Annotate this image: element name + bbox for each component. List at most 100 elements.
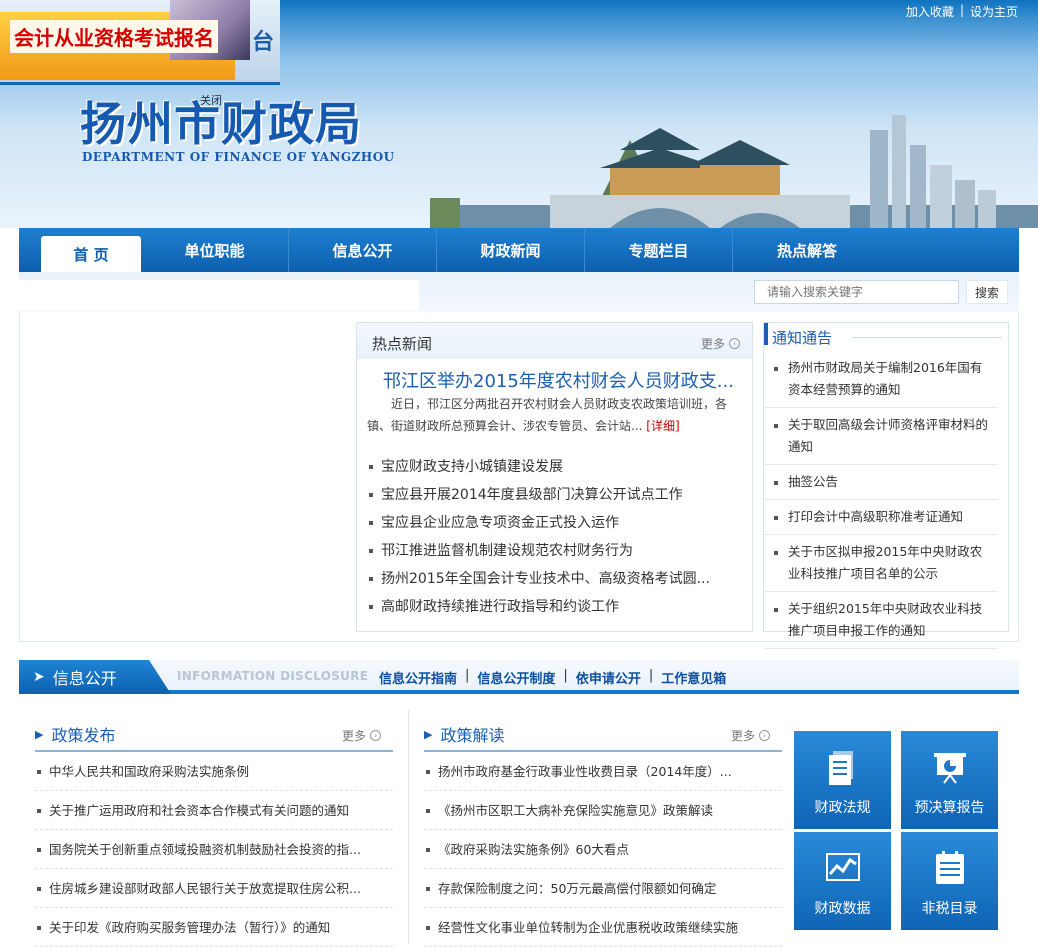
nav-hot-answers[interactable]: 热点解答 <box>733 228 881 272</box>
tile-label: 财政数据 <box>814 901 871 917</box>
info-disclosure-en: INFORMATION DISCLOSURE <box>177 669 369 683</box>
notice-panel: 通知通告 扬州市财政局关于编制2016年国有资本经营预算的通知 关于取回高级会计… <box>763 322 1009 649</box>
nav-home[interactable]: 首 页 <box>41 236 141 272</box>
list-item[interactable]: 关于组织2015年中央财政农业科技推广项目申报工作的通知 <box>764 592 998 649</box>
search-bar: 搜索 <box>19 272 1019 312</box>
list-item[interactable]: 经营性文化事业单位转制为企业优惠税收政策继续实施 <box>424 908 782 947</box>
header-banner: 加入收藏 | 设为主页 扬州市财政局 DEPARTMENT OF FINANCE… <box>0 0 1038 228</box>
link-feedback-box[interactable]: 工作意见箱 <box>661 668 726 687</box>
city-scene-image <box>430 115 1038 228</box>
list-item[interactable]: 中华人民共和国政府采购法实施条例 <box>35 752 393 791</box>
list-item[interactable]: 邗江推进监督机制建设规范农村财务行为 <box>367 537 747 565</box>
site-logo-en: DEPARTMENT OF FINANCE OF YANGZHOU <box>82 150 395 164</box>
list-item[interactable]: 宝应财政支持小城镇建设发展 <box>367 453 747 481</box>
link-disclosure-rules[interactable]: 信息公开制度 <box>477 668 555 687</box>
search-button[interactable]: 搜索 <box>966 280 1008 304</box>
list-item[interactable]: 关于取回高级会计师资格评审材料的通知 <box>764 408 998 465</box>
quick-tiles: 财政法规 预决算报告 财政数据 非税目录 <box>794 731 999 944</box>
hot-news-list: 宝应财政支持小城镇建设发展 宝应县开展2014年度县级部门决算公开试点工作 宝应… <box>367 453 747 621</box>
list-item[interactable]: 关于印发《政府购买服务管理办法（暂行）》的通知 <box>35 908 393 947</box>
info-disclosure-links: 信息公开指南 | 信息公开制度 | 依申请公开 | 工作意见箱 <box>379 668 726 687</box>
link-separator: | <box>648 668 654 683</box>
document-icon <box>828 751 853 785</box>
list-item[interactable]: 扬州市财政局关于编制2016年国有资本经营预算的通知 <box>764 351 998 408</box>
nav-finance-news[interactable]: 财政新闻 <box>437 228 585 272</box>
list-item[interactable]: 住房城乡建设部财政部人民银行关于放宽提取住房公积... <box>35 869 393 908</box>
link-separator: | <box>465 668 470 683</box>
info-disclosure-bar: ➤ 信息公开 INFORMATION DISCLOSURE 信息公开指南 | 信… <box>19 660 1019 694</box>
nav-unit-functions[interactable]: 单位职能 <box>141 228 289 272</box>
notice-accent-bar <box>764 323 768 345</box>
policy-reading-label: 政策解读 <box>440 726 505 745</box>
tile-finance-regulations[interactable]: 财政法规 <box>794 731 891 829</box>
nav-special-topics[interactable]: 专题栏目 <box>585 228 733 272</box>
floating-ad[interactable]: 会计从业资格考试报名 台 <box>0 0 280 85</box>
tile-label: 非税目录 <box>921 901 978 917</box>
list-item[interactable]: 打印会计中高级职称准考证通知 <box>764 500 998 535</box>
tile-non-tax-catalog[interactable]: 非税目录 <box>901 832 998 930</box>
policy-release-more[interactable]: 更多 › <box>342 727 381 744</box>
list-item[interactable]: 抽签公告 <box>764 465 998 500</box>
tile-budget-report[interactable]: 预决算报告 <box>901 731 998 829</box>
policy-reading-title: ▶ 政策解读 <box>424 722 504 746</box>
set-homepage-link[interactable]: 设为主页 <box>970 3 1018 20</box>
link-request-disclosure[interactable]: 依申请公开 <box>576 668 641 687</box>
link-disclosure-guide[interactable]: 信息公开指南 <box>379 668 457 687</box>
more-label: 更多 <box>341 729 366 743</box>
list-item[interactable]: 国务院关于创新重点领域投融资机制鼓励社会投资的指... <box>35 830 393 869</box>
list-item[interactable]: 《政府采购法实施条例》60大看点 <box>424 830 782 869</box>
info-disclosure-title: 信息公开 <box>52 669 117 688</box>
list-item[interactable]: 关于推广运用政府和社会资本合作模式有关问题的通知 <box>35 791 393 830</box>
presentation-chart-icon <box>933 753 966 784</box>
hot-news-header: 热点新闻 更多 › <box>357 323 752 359</box>
ad-close-button[interactable]: 关闭 <box>200 92 222 108</box>
policy-reading-header: ▶ 政策解读 更多 › <box>424 720 782 752</box>
list-item[interactable]: 高邮财政持续推进行政指导和约谈工作 <box>367 593 747 621</box>
main-content-top: 热点新闻 更多 › 邗江区举办2015年度农村财会人员财政支... 近日，邗江区… <box>19 312 1019 649</box>
policy-reading-column: ▶ 政策解读 更多 › 扬州市政府基金行政事业性收费目录（2014年度）... … <box>424 710 782 947</box>
policy-reading-more[interactable]: 更多 › <box>731 727 770 744</box>
ad-title: 会计从业资格考试报名 <box>10 20 218 53</box>
list-item[interactable]: 扬州2015年全国会计专业技术中、高级资格考试圆... <box>367 565 747 593</box>
top-links: 加入收藏 | 设为主页 <box>906 3 1018 20</box>
chevron-right-icon: › <box>729 338 740 349</box>
line-chart-icon <box>825 853 860 881</box>
policy-release-label: 政策发布 <box>51 726 116 745</box>
tile-label: 预决算报告 <box>914 800 985 816</box>
list-item[interactable]: 《扬州市区职工大病补充保险实施意见》政策解读 <box>424 791 782 830</box>
detail-link[interactable]: [详细] <box>646 419 679 433</box>
hot-news-panel: 热点新闻 更多 › 邗江区举办2015年度农村财会人员财政支... 近日，邗江区… <box>356 322 753 632</box>
notice-divider <box>852 337 1002 338</box>
policy-reading-list: 扬州市政府基金行政事业性收费目录（2014年度）... 《扬州市区职工大病补充保… <box>424 752 782 947</box>
column-divider <box>408 710 409 944</box>
info-disclosure-tag: ➤ 信息公开 <box>19 660 171 694</box>
headline-link[interactable]: 邗江区举办2015年度农村财会人员财政支... <box>383 367 734 393</box>
hot-news-more[interactable]: 更多 › <box>701 335 740 352</box>
notice-list: 扬州市财政局关于编制2016年国有资本经营预算的通知 关于取回高级会计师资格评审… <box>764 351 1008 649</box>
list-icon <box>935 851 964 884</box>
chevron-right-icon: › <box>759 730 770 741</box>
policy-release-column: ▶ 政策发布 更多 › 中华人民共和国政府采购法实施条例 关于推广运用政府和社会… <box>35 710 393 947</box>
list-item[interactable]: 扬州市政府基金行政事业性收费目录（2014年度）... <box>424 752 782 791</box>
triangle-right-icon: ▶ <box>424 727 433 741</box>
ad-suffix: 台 <box>252 30 275 55</box>
add-favorite-link[interactable]: 加入收藏 <box>906 3 954 20</box>
policy-release-title: ▶ 政策发布 <box>35 722 115 746</box>
policy-release-list: 中华人民共和国政府采购法实施条例 关于推广运用政府和社会资本合作模式有关问题的通… <box>35 752 393 947</box>
list-item[interactable]: 存款保险制度之问：50万元最高偿付限额如何确定 <box>424 869 782 908</box>
nav-info-disclosure[interactable]: 信息公开 <box>289 228 437 272</box>
list-item[interactable]: 关于市区拟申报2015年中央财政农业科技推广项目名单的公示 <box>764 535 998 592</box>
more-label: 更多 <box>700 337 725 351</box>
top-links-separator: | <box>959 3 964 17</box>
list-item[interactable]: 宝应县开展2014年度县级部门决算公开试点工作 <box>367 481 747 509</box>
hot-news-title: 热点新闻 <box>372 335 433 353</box>
main-nav: 首 页 单位职能 信息公开 财政新闻 专题栏目 热点解答 <box>19 228 1019 272</box>
search-input[interactable] <box>754 280 959 304</box>
list-item[interactable]: 宝应县企业应急专项资金正式投入运作 <box>367 509 747 537</box>
arrow-right-icon: ➤ <box>33 669 45 685</box>
tile-finance-data[interactable]: 财政数据 <box>794 832 891 930</box>
more-label: 更多 <box>730 729 755 743</box>
notice-title: 通知通告 <box>772 329 833 347</box>
policy-release-header: ▶ 政策发布 更多 › <box>35 720 393 752</box>
marquee-area <box>19 280 419 310</box>
